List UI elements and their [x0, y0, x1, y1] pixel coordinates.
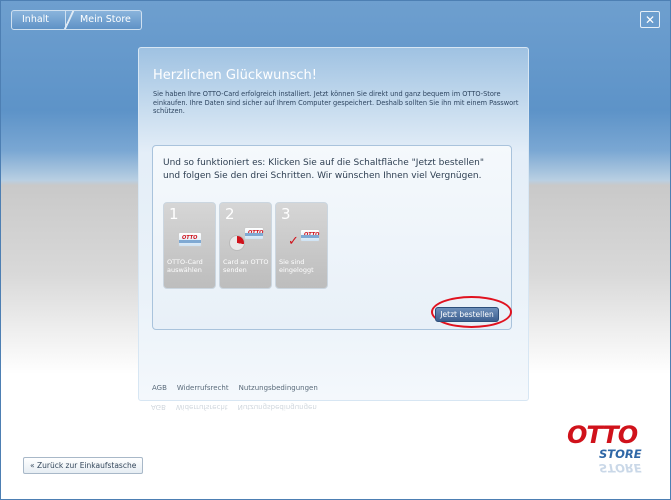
check-card-icon: ✓ [288, 234, 299, 249]
store-logo-reflection: STORE [599, 461, 642, 475]
step-label: OTTO-Card auswählen [167, 258, 203, 274]
step-number: 2 [225, 205, 235, 223]
step-2-card: 2 OTTO Card an OTTO senden [219, 202, 272, 289]
panel-title: Herzlichen Glückwunsch! [153, 68, 318, 83]
card-icon: OTTO [300, 229, 320, 242]
breadcrumb-item-inhalt[interactable]: Inhalt [11, 10, 67, 30]
step-1-card: 1 OTTO OTTO-Card auswählen [163, 202, 216, 289]
close-button[interactable]: ✕ [640, 11, 660, 28]
step-number: 1 [169, 205, 179, 223]
step-label: Card an OTTO senden [223, 258, 269, 274]
send-card-icon [229, 235, 245, 251]
step-number: 3 [281, 205, 291, 223]
card-icon: OTTO [178, 232, 202, 247]
footer-link-nutzungsbedingungen[interactable]: Nutzungsbedingungen [239, 384, 318, 392]
steps-box: Und so funktioniert es: Klicken Sie auf … [152, 145, 512, 330]
footer-link-agb[interactable]: AGB [152, 384, 167, 392]
breadcrumb-item-mein-store[interactable]: Mein Store [66, 10, 142, 30]
breadcrumb: Inhalt Mein Store [11, 10, 142, 30]
otto-store-window: Inhalt Mein Store ✕ Herzlichen Glückwuns… [0, 0, 671, 500]
close-icon: ✕ [644, 12, 656, 27]
order-now-button[interactable]: Jetzt bestellen [435, 307, 499, 322]
store-logo-text: STORE [599, 447, 642, 461]
welcome-panel: Herzlichen Glückwunsch! Sie haben Ihre O… [138, 47, 529, 401]
footer-link-widerrufsrecht[interactable]: Widerrufsrecht [177, 384, 229, 392]
footer-links: AGB Widerrufsrecht Nutzungsbedingungen [152, 384, 318, 392]
step-label: Sie sind eingeloggt [279, 258, 314, 274]
back-to-cart-button[interactable]: « Zurück zur Einkaufstasche [23, 457, 144, 474]
card-icon: OTTO [244, 227, 264, 240]
footer-links-reflection: AGB Widerrufsrecht Nutzungsbedingungen [151, 403, 317, 411]
otto-store-logo: OTTO STORE STORE [567, 421, 642, 481]
panel-intro-text: Sie haben Ihre OTTO-Card erfolgreich ins… [153, 90, 519, 115]
breadcrumb-separator [63, 11, 75, 29]
otto-logo-text: OTTO [567, 421, 638, 449]
steps-intro-text: Und so funktioniert es: Klicken Sie auf … [163, 158, 485, 181]
step-3-card: 3 ✓ OTTO Sie sind eingeloggt [275, 202, 328, 289]
